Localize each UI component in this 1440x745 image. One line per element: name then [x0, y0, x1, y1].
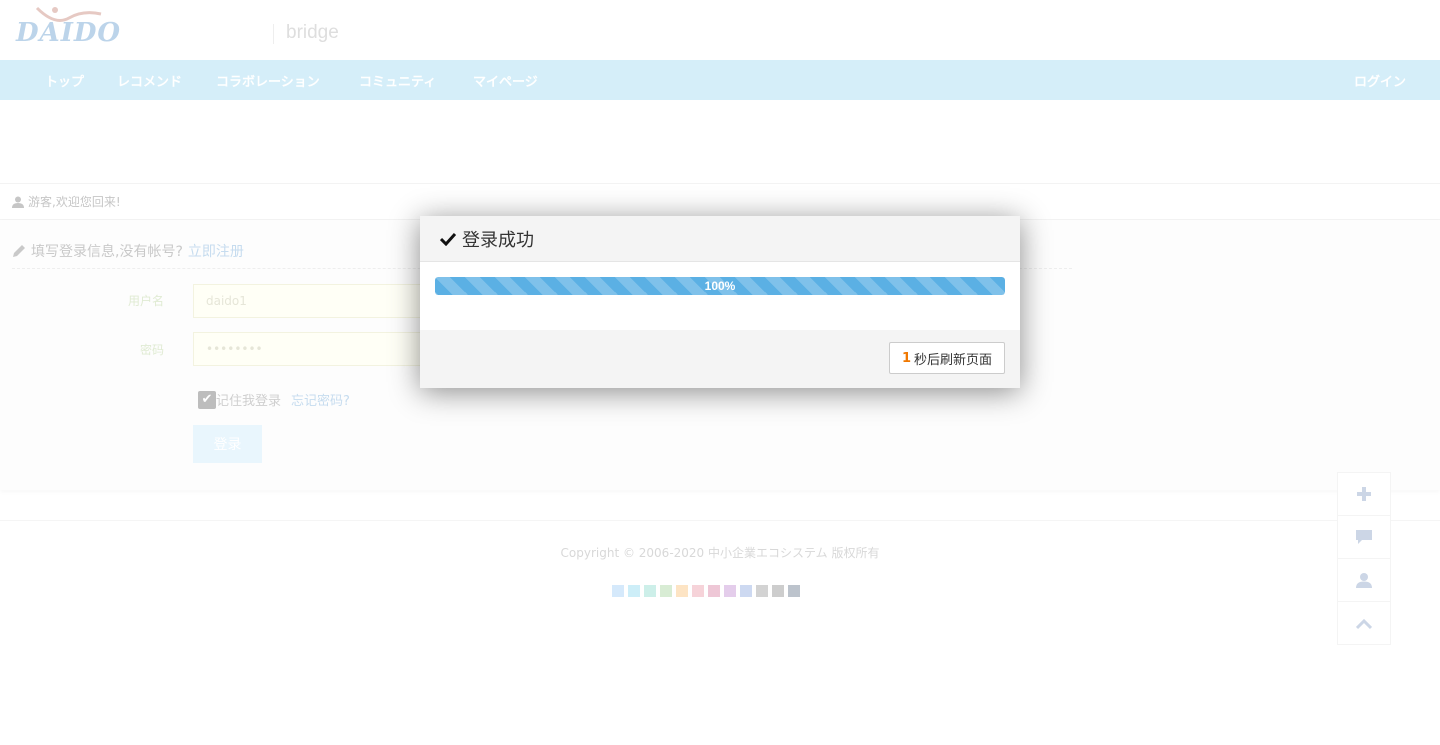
progress-bar: 100% — [435, 277, 1005, 295]
theme-swatch[interactable] — [772, 585, 784, 597]
side-tool-scroll-top[interactable] — [1338, 602, 1390, 645]
nav-item-top[interactable]: トップ — [45, 71, 84, 90]
theme-swatch[interactable] — [628, 585, 640, 597]
countdown-number: 1 — [901, 350, 911, 366]
login-success-dialog: 登录成功 100% 1 秒后刷新页面 — [420, 216, 1020, 388]
dialog-footer: 1 秒后刷新页面 — [420, 330, 1020, 388]
theme-swatch[interactable] — [644, 585, 656, 597]
dialog-header: 登录成功 — [420, 216, 1020, 262]
checkmark-icon — [440, 232, 456, 246]
form-title: 填写登录信息,没有帐号? 立即注册 — [12, 241, 244, 261]
theme-swatch[interactable] — [756, 585, 768, 597]
remember-checkbox[interactable]: ✔ — [198, 390, 216, 409]
welcome-bar: 游客,欢迎您回来! — [0, 183, 1440, 220]
site-name: bridge — [286, 22, 339, 43]
chevron-up-icon — [1356, 618, 1372, 629]
theme-swatch[interactable] — [676, 585, 688, 597]
nav-login-link[interactable]: ログイン — [1354, 71, 1406, 90]
welcome-text: 游客,欢迎您回来! — [28, 195, 121, 209]
theme-swatch[interactable] — [724, 585, 736, 597]
plus-icon — [1357, 487, 1371, 501]
form-title-text: 填写登录信息,没有帐号? — [31, 244, 183, 260]
refresh-button[interactable]: 1 秒后刷新页面 — [888, 342, 1005, 374]
theme-swatch[interactable] — [708, 585, 720, 597]
password-label: 密码 — [139, 343, 164, 357]
login-button[interactable]: 登录 — [193, 425, 262, 463]
side-tool-user[interactable] — [1338, 559, 1390, 602]
dialog-title: 登录成功 — [462, 229, 534, 251]
footer-divider — [0, 520, 1440, 521]
progress-label: 100% — [704, 279, 736, 293]
comment-icon — [1356, 530, 1372, 544]
main-nav: トップ レコメンド コラボレーション コミュニティ マイページ ログイン — [0, 60, 1440, 100]
forgot-password-link[interactable]: 忘记密码? — [291, 390, 350, 409]
refresh-label: 秒后刷新页面 — [913, 352, 992, 368]
password-input[interactable]: •••••••• — [193, 332, 433, 366]
nav-item-recommend[interactable]: レコメンド — [117, 71, 182, 90]
theme-swatch[interactable] — [788, 585, 800, 597]
header-divider — [273, 24, 274, 44]
logo-text: DAIDO — [16, 18, 122, 48]
progress-fill: 100% — [435, 277, 1005, 295]
nav-item-mypage[interactable]: マイページ — [473, 71, 538, 90]
copyright-text: Copyright © 2006-2020 中小企業エコシステム 版权所有 — [560, 546, 880, 560]
pencil-icon — [13, 245, 25, 257]
nav-item-collaboration[interactable]: コラボレーション — [216, 71, 320, 90]
remember-me: ✔ 记住我登录 忘记密码? — [198, 390, 350, 409]
user-icon — [12, 196, 24, 208]
site-header: DAIDO bridge — [0, 0, 1440, 60]
theme-swatch[interactable] — [740, 585, 752, 597]
welcome-message: 游客,欢迎您回来! — [12, 193, 121, 210]
side-tool-add[interactable] — [1338, 473, 1390, 516]
register-link[interactable]: 立即注册 — [188, 241, 244, 261]
user-icon — [1356, 573, 1372, 588]
daido-logo[interactable]: DAIDO — [15, 4, 125, 56]
theme-swatch[interactable] — [612, 585, 624, 597]
theme-swatch[interactable] — [692, 585, 704, 597]
username-label: 用户名 — [127, 294, 164, 308]
theme-swatches — [612, 585, 800, 597]
side-toolbar — [1337, 472, 1391, 645]
side-tool-comment[interactable] — [1338, 516, 1390, 559]
remember-label[interactable]: 记住我登录 — [216, 390, 281, 409]
username-input[interactable]: daido1 — [193, 284, 433, 318]
nav-item-community[interactable]: コミュニティ — [359, 71, 436, 90]
theme-swatch[interactable] — [660, 585, 672, 597]
